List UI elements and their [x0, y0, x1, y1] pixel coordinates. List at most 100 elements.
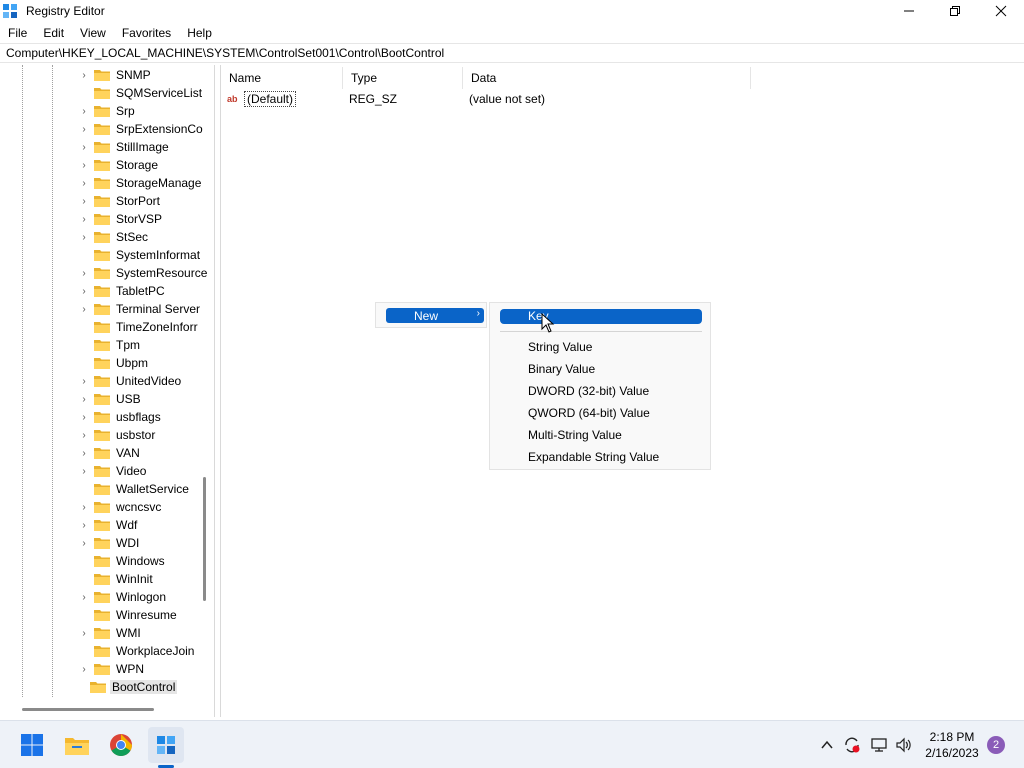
column-header-name[interactable]: Name: [221, 67, 343, 89]
tree-vertical-scrollbar[interactable]: [203, 477, 206, 601]
chevron-right-icon[interactable]: ›: [78, 466, 90, 477]
show-hidden-icons-button[interactable]: [817, 735, 837, 755]
tree-item[interactable]: WalletService: [78, 480, 191, 498]
folder-icon: [93, 194, 111, 208]
chevron-right-icon[interactable]: ›: [78, 124, 90, 135]
chevron-right-icon[interactable]: ›: [78, 178, 90, 189]
tree-item[interactable]: › USB: [78, 390, 143, 408]
tree-item[interactable]: › SNMP: [78, 66, 153, 84]
tree-item[interactable]: › VAN: [78, 444, 142, 462]
tree-item[interactable]: › TabletPC: [78, 282, 167, 300]
tree-item[interactable]: Windows: [78, 552, 167, 570]
address-bar[interactable]: Computer\HKEY_LOCAL_MACHINE\SYSTEM\Contr…: [0, 43, 1024, 63]
tree-item[interactable]: › Wdf: [78, 516, 139, 534]
menu-item-expandable-string-value[interactable]: Expandable String Value: [528, 448, 659, 466]
folder-icon: [93, 392, 111, 406]
tree-item[interactable]: SQMServiceList: [78, 84, 204, 102]
tree-item-label: Terminal Server: [116, 302, 201, 316]
tree-item[interactable]: SystemInformat: [78, 246, 202, 264]
tree-item[interactable]: › Video: [78, 462, 148, 480]
chevron-right-icon[interactable]: ›: [78, 142, 90, 153]
chevron-right-icon[interactable]: ›: [78, 628, 90, 639]
chevron-right-icon[interactable]: ›: [78, 592, 90, 603]
tree-item[interactable]: › StSec: [78, 228, 150, 246]
tree-item[interactable]: › SystemResource: [78, 264, 209, 282]
notification-badge[interactable]: 2: [987, 736, 1005, 754]
tree-item[interactable]: › usbstor: [78, 426, 157, 444]
chevron-right-icon[interactable]: ›: [78, 430, 90, 441]
chevron-right-icon[interactable]: ›: [78, 448, 90, 459]
chevron-right-icon[interactable]: ›: [78, 520, 90, 531]
folder-icon: [93, 86, 111, 100]
tree-item[interactable]: BootControl: [86, 678, 178, 696]
tree-horizontal-scrollbar[interactable]: [22, 708, 154, 711]
title-bar: Registry Editor: [0, 0, 1024, 22]
sync-status-button[interactable]: [842, 735, 862, 755]
menu-item-multi-string-value[interactable]: Multi-String Value: [528, 426, 622, 444]
chevron-right-icon[interactable]: ›: [78, 376, 90, 387]
column-header-type[interactable]: Type: [343, 67, 463, 89]
tree-item-label: SQMServiceList: [116, 86, 203, 100]
tree-item[interactable]: Ubpm: [78, 354, 150, 372]
chevron-right-icon[interactable]: ›: [78, 394, 90, 405]
volume-button[interactable]: [894, 735, 914, 755]
restore-button[interactable]: [932, 0, 978, 22]
tree-item[interactable]: › StorVSP: [78, 210, 164, 228]
chevron-right-icon[interactable]: ›: [78, 286, 90, 297]
tree-item[interactable]: › StorageManage: [78, 174, 203, 192]
menu-item-qword-value[interactable]: QWORD (64-bit) Value: [528, 404, 650, 422]
taskbar-clock[interactable]: 2:18 PM 2/16/2023: [922, 729, 982, 761]
tree-item[interactable]: › Winlogon: [78, 588, 168, 606]
chevron-right-icon[interactable]: ›: [78, 664, 90, 675]
menu-item-key[interactable]: Key: [500, 309, 702, 324]
menu-item-string-value[interactable]: String Value: [528, 338, 592, 356]
tree-item[interactable]: › WPN: [78, 660, 146, 678]
tree-item[interactable]: › StorPort: [78, 192, 162, 210]
chevron-right-icon[interactable]: ›: [78, 268, 90, 279]
menu-item-new[interactable]: New ›: [386, 308, 484, 323]
menu-file[interactable]: File: [0, 23, 35, 43]
minimize-button[interactable]: [886, 0, 932, 22]
chevron-right-icon[interactable]: ›: [78, 412, 90, 423]
table-row[interactable]: ab (Default) REG_SZ (value not set): [221, 89, 545, 109]
start-button[interactable]: [17, 730, 47, 760]
chevron-right-icon[interactable]: ›: [78, 538, 90, 549]
tree-item[interactable]: › Srp: [78, 102, 137, 120]
tree-item[interactable]: › wcncsvc: [78, 498, 163, 516]
tree-item[interactable]: › StillImage: [78, 138, 171, 156]
chevron-right-icon[interactable]: ›: [78, 160, 90, 171]
chevron-right-icon[interactable]: ›: [78, 502, 90, 513]
menu-view[interactable]: View: [72, 23, 114, 43]
menu-help[interactable]: Help: [179, 23, 220, 43]
chevron-right-icon[interactable]: ›: [78, 70, 90, 81]
taskbar-file-explorer[interactable]: [62, 730, 92, 760]
column-header-data[interactable]: Data: [463, 67, 751, 89]
tree-item[interactable]: › UnitedVideo: [78, 372, 183, 390]
network-button[interactable]: [869, 735, 889, 755]
tree-item[interactable]: TimeZoneInforr: [78, 318, 200, 336]
close-button[interactable]: [978, 0, 1024, 22]
chevron-right-icon[interactable]: ›: [78, 196, 90, 207]
taskbar-registry-editor[interactable]: [151, 730, 181, 760]
chevron-right-icon[interactable]: ›: [78, 232, 90, 243]
chevron-right-icon[interactable]: ›: [78, 106, 90, 117]
tree-item[interactable]: WinInit: [78, 570, 155, 588]
tree-item[interactable]: › WMI: [78, 624, 143, 642]
tree-item[interactable]: › usbflags: [78, 408, 163, 426]
tree-item[interactable]: › SrpExtensionCo: [78, 120, 205, 138]
menu-edit[interactable]: Edit: [35, 23, 72, 43]
tree-item[interactable]: WorkplaceJoin: [78, 642, 196, 660]
folder-icon: [93, 374, 111, 388]
key-tree-pane[interactable]: › SNMP SQMServiceList › Srp › SrpExtensionCo › S…: [0, 65, 215, 717]
menu-item-binary-value[interactable]: Binary Value: [528, 360, 595, 378]
tree-item[interactable]: › WDI: [78, 534, 141, 552]
tree-item[interactable]: Winresume: [78, 606, 179, 624]
tree-item[interactable]: › Storage: [78, 156, 160, 174]
chevron-right-icon[interactable]: ›: [78, 214, 90, 225]
tree-item[interactable]: Tpm: [78, 336, 142, 354]
menu-item-dword-value[interactable]: DWORD (32-bit) Value: [528, 382, 649, 400]
taskbar-chrome[interactable]: [106, 730, 136, 760]
tree-item[interactable]: › Terminal Server: [78, 300, 202, 318]
menu-favorites[interactable]: Favorites: [114, 23, 179, 43]
chevron-right-icon[interactable]: ›: [78, 304, 90, 315]
